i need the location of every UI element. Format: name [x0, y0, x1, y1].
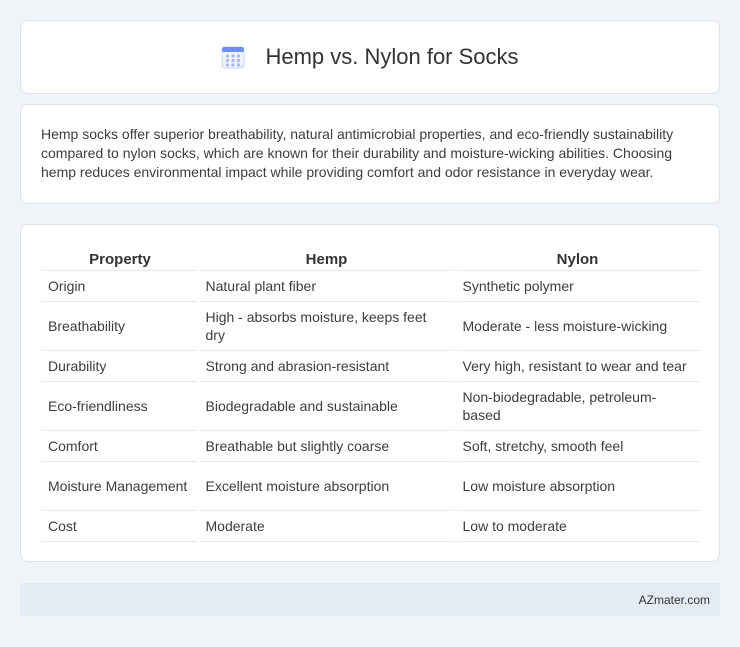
table-cell: Breathability — [42, 300, 198, 350]
footer-site-link[interactable]: AZmater.com — [639, 593, 710, 607]
table-cell: Soft, stretchy, smooth feel — [453, 429, 700, 461]
table-cell: Very high, resistant to wear and tear — [453, 349, 700, 381]
header-nylon: Nylon — [556, 250, 599, 268]
table-row: Breathability High - absorbs moisture, k… — [42, 300, 700, 350]
table-cell: Breathable but slightly coarse — [196, 429, 455, 461]
table-cell: Moderate — [196, 509, 455, 542]
table-row: Moisture Management Excellent moisture a… — [42, 460, 700, 510]
table-cell: Low to moderate — [453, 509, 700, 542]
table-cell: Cost — [42, 509, 198, 542]
table-row: Origin Natural plant fiber Synthetic pol… — [42, 269, 700, 301]
page-title: Hemp vs. Nylon for Socks — [265, 44, 519, 69]
table-row: Comfort Breathable but slightly coarse S… — [42, 429, 700, 461]
summary-card: Hemp socks offer superior breathability,… — [20, 104, 720, 204]
footer: AZmater.com — [20, 583, 720, 616]
calendar-grid-icon — [221, 46, 245, 69]
table-cell: Moisture Management — [42, 460, 198, 510]
title-card: Hemp vs. Nylon for Socks — [20, 20, 720, 94]
table-cell: Eco-friendliness — [42, 380, 198, 430]
table-cell: Moderate - less moisture-wicking — [453, 300, 700, 350]
table-cell: Excellent moisture absorption — [196, 460, 455, 510]
header-property: Property — [89, 250, 151, 268]
table-row: Durability Strong and abrasion-resistant… — [42, 349, 700, 381]
table-cell: Synthetic polymer — [453, 269, 700, 301]
summary-text: Hemp socks offer superior breathability,… — [41, 126, 674, 180]
table-cell: Comfort — [42, 429, 198, 461]
table-cell: Non-biodegradable, petroleum-based — [453, 380, 700, 430]
table-cell: Durability — [42, 349, 198, 381]
table-cell: Strong and abrasion-resistant — [196, 349, 455, 381]
header-hemp: Hemp — [305, 250, 348, 268]
comparison-table: Property Hemp Nylon Origin Natural plant… — [42, 245, 700, 542]
table-cell: Natural plant fiber — [196, 269, 455, 301]
table-header-row: Property Hemp Nylon — [42, 245, 700, 270]
table-row: Eco-friendliness Biodegradable and susta… — [42, 380, 700, 430]
table-cell: Biodegradable and sustainable — [196, 380, 455, 430]
table-cell: High - absorbs moisture, keeps feet dry — [196, 300, 455, 350]
title-row: Hemp vs. Nylon for Socks — [221, 44, 519, 70]
table-row: Cost Moderate Low to moderate — [42, 509, 700, 542]
comparison-table-card: Property Hemp Nylon Origin Natural plant… — [20, 224, 720, 562]
table-cell: Origin — [42, 269, 198, 301]
table-cell: Low moisture absorption — [453, 460, 700, 510]
